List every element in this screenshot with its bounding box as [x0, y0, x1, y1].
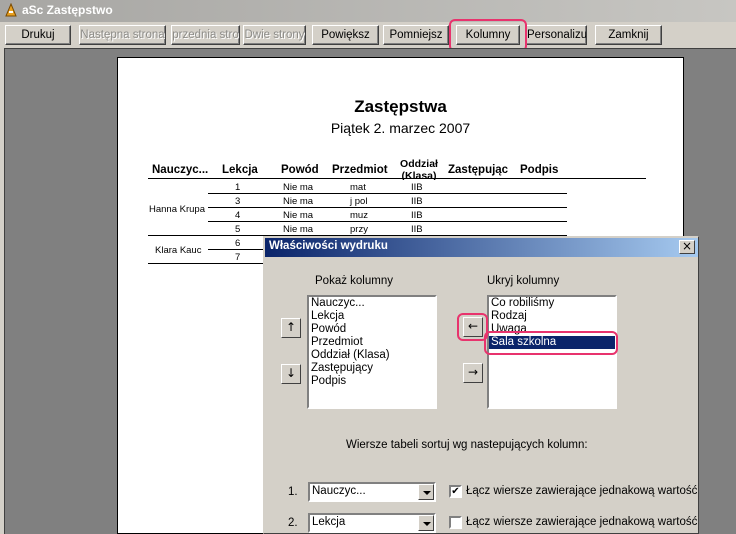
row-teacher: Hanna Krupa — [149, 204, 205, 215]
row-subject: mat — [350, 182, 366, 193]
window-title: aSc Zastępstwo — [22, 3, 113, 17]
personalize-button[interactable]: Personalizuj — [526, 25, 587, 45]
merge-rows-checkbox[interactable] — [449, 516, 462, 529]
hide-columns-label: Ukryj kolumny — [487, 275, 560, 287]
list-item[interactable]: Zastępujący — [309, 362, 435, 375]
list-item[interactable]: Lekcja — [309, 310, 435, 323]
next-page-button[interactable]: Następna strona — [79, 25, 166, 45]
row-subject: przy — [350, 224, 368, 235]
list-item[interactable]: Oddział (Klasa) — [309, 349, 435, 362]
sort-label: Wiersze tabeli sortuj wg nastepujących k… — [346, 439, 588, 451]
highlight-selected-item — [484, 331, 618, 355]
move-up-icon[interactable]: ↑ — [281, 318, 301, 338]
document-subtitle: Piątek 2. marzec 2007 — [330, 120, 471, 136]
print-button[interactable]: Drukuj — [5, 25, 71, 45]
zoom-in-button[interactable]: Powiększ — [312, 25, 379, 45]
sort-row-number: 1. — [288, 486, 298, 498]
row-reason: Nie ma — [283, 210, 314, 221]
toolbar: Drukuj Następna strona przednia stro Dwi… — [0, 22, 736, 48]
list-item[interactable]: Rodzaj — [489, 310, 615, 323]
list-item[interactable]: Powód — [309, 323, 435, 336]
sort-column-select[interactable]: Nauczyc... — [308, 482, 436, 502]
col-header-signature: Podpis — [520, 164, 559, 176]
close-preview-button[interactable]: Zamknij — [595, 25, 662, 45]
col-header-class: Oddział (Klasa) — [400, 158, 438, 180]
two-pages-button[interactable]: Dwie strony — [243, 25, 306, 45]
row-lesson: 5 — [235, 224, 241, 235]
chevron-down-icon[interactable] — [418, 484, 434, 500]
show-columns-list[interactable]: Nauczyc... Lekcja Powód Przedmiot Oddzia… — [307, 295, 437, 409]
document-title: Zastępstwa — [354, 97, 447, 116]
app-icon — [5, 3, 17, 17]
merge-rows-checkbox[interactable]: ✔ — [449, 485, 462, 498]
title-bar: aSc Zastępstwo — [0, 0, 736, 22]
row-subject: muz — [350, 210, 368, 221]
list-item[interactable]: Nauczyc... — [309, 297, 435, 310]
dialog-title-bar[interactable]: Właściwości wydruku — [265, 238, 698, 257]
row-rule — [208, 249, 264, 250]
row-reason: Nie ma — [283, 196, 314, 207]
zoom-out-button[interactable]: Pomniejsz — [383, 25, 449, 45]
row-lesson: 1 — [235, 182, 241, 193]
row-rule — [148, 263, 264, 264]
col-header-substitute: Zastępując — [448, 164, 509, 176]
row-rule — [208, 207, 567, 208]
row-subject: j pol — [350, 196, 368, 207]
col-header-reason: Powód — [281, 164, 319, 176]
merge-rows-label: Łącz wiersze zawierające jednakową warto… — [466, 516, 698, 528]
prev-page-button[interactable]: przednia stro — [171, 25, 240, 45]
list-item[interactable]: Co robiliśmy — [489, 297, 615, 310]
row-class: IIB — [411, 196, 423, 207]
row-rule — [208, 193, 567, 194]
row-lesson: 4 — [235, 210, 241, 221]
row-class: IIB — [411, 224, 423, 235]
row-lesson: 7 — [235, 252, 241, 263]
sort-column-select[interactable]: Lekcja — [308, 513, 436, 533]
move-right-icon[interactable]: → — [463, 363, 483, 383]
row-rule — [208, 221, 567, 222]
merge-rows-label: Łącz wiersze zawierające jednakową warto… — [466, 485, 698, 497]
dialog-title: Właściwości wydruku — [269, 240, 388, 252]
col-header-lesson: Lekcja — [222, 164, 258, 176]
row-class: IIB — [411, 210, 423, 221]
row-lesson: 3 — [235, 196, 241, 207]
sort-column-value: Lekcja — [312, 516, 346, 528]
list-item[interactable]: Przedmiot — [309, 336, 435, 349]
row-reason: Nie ma — [283, 224, 314, 235]
sort-column-value: Nauczyc... — [312, 485, 366, 497]
sort-row-number: 2. — [288, 517, 298, 529]
show-columns-label: Pokaż kolumny — [315, 275, 393, 287]
col-header-teacher: Nauczyc... — [152, 164, 209, 176]
col-header-subject: Przedmiot — [332, 164, 388, 176]
dialog-close-icon[interactable]: × — [679, 240, 695, 254]
row-class: IIB — [411, 182, 423, 193]
row-lesson: 6 — [235, 238, 241, 249]
list-item[interactable]: Podpis — [309, 375, 435, 388]
header-rule — [148, 178, 646, 179]
row-teacher: Klara Kauc — [155, 245, 202, 256]
move-down-icon[interactable]: ↓ — [281, 364, 301, 384]
row-reason: Nie ma — [283, 182, 314, 193]
chevron-down-icon[interactable] — [418, 515, 434, 531]
